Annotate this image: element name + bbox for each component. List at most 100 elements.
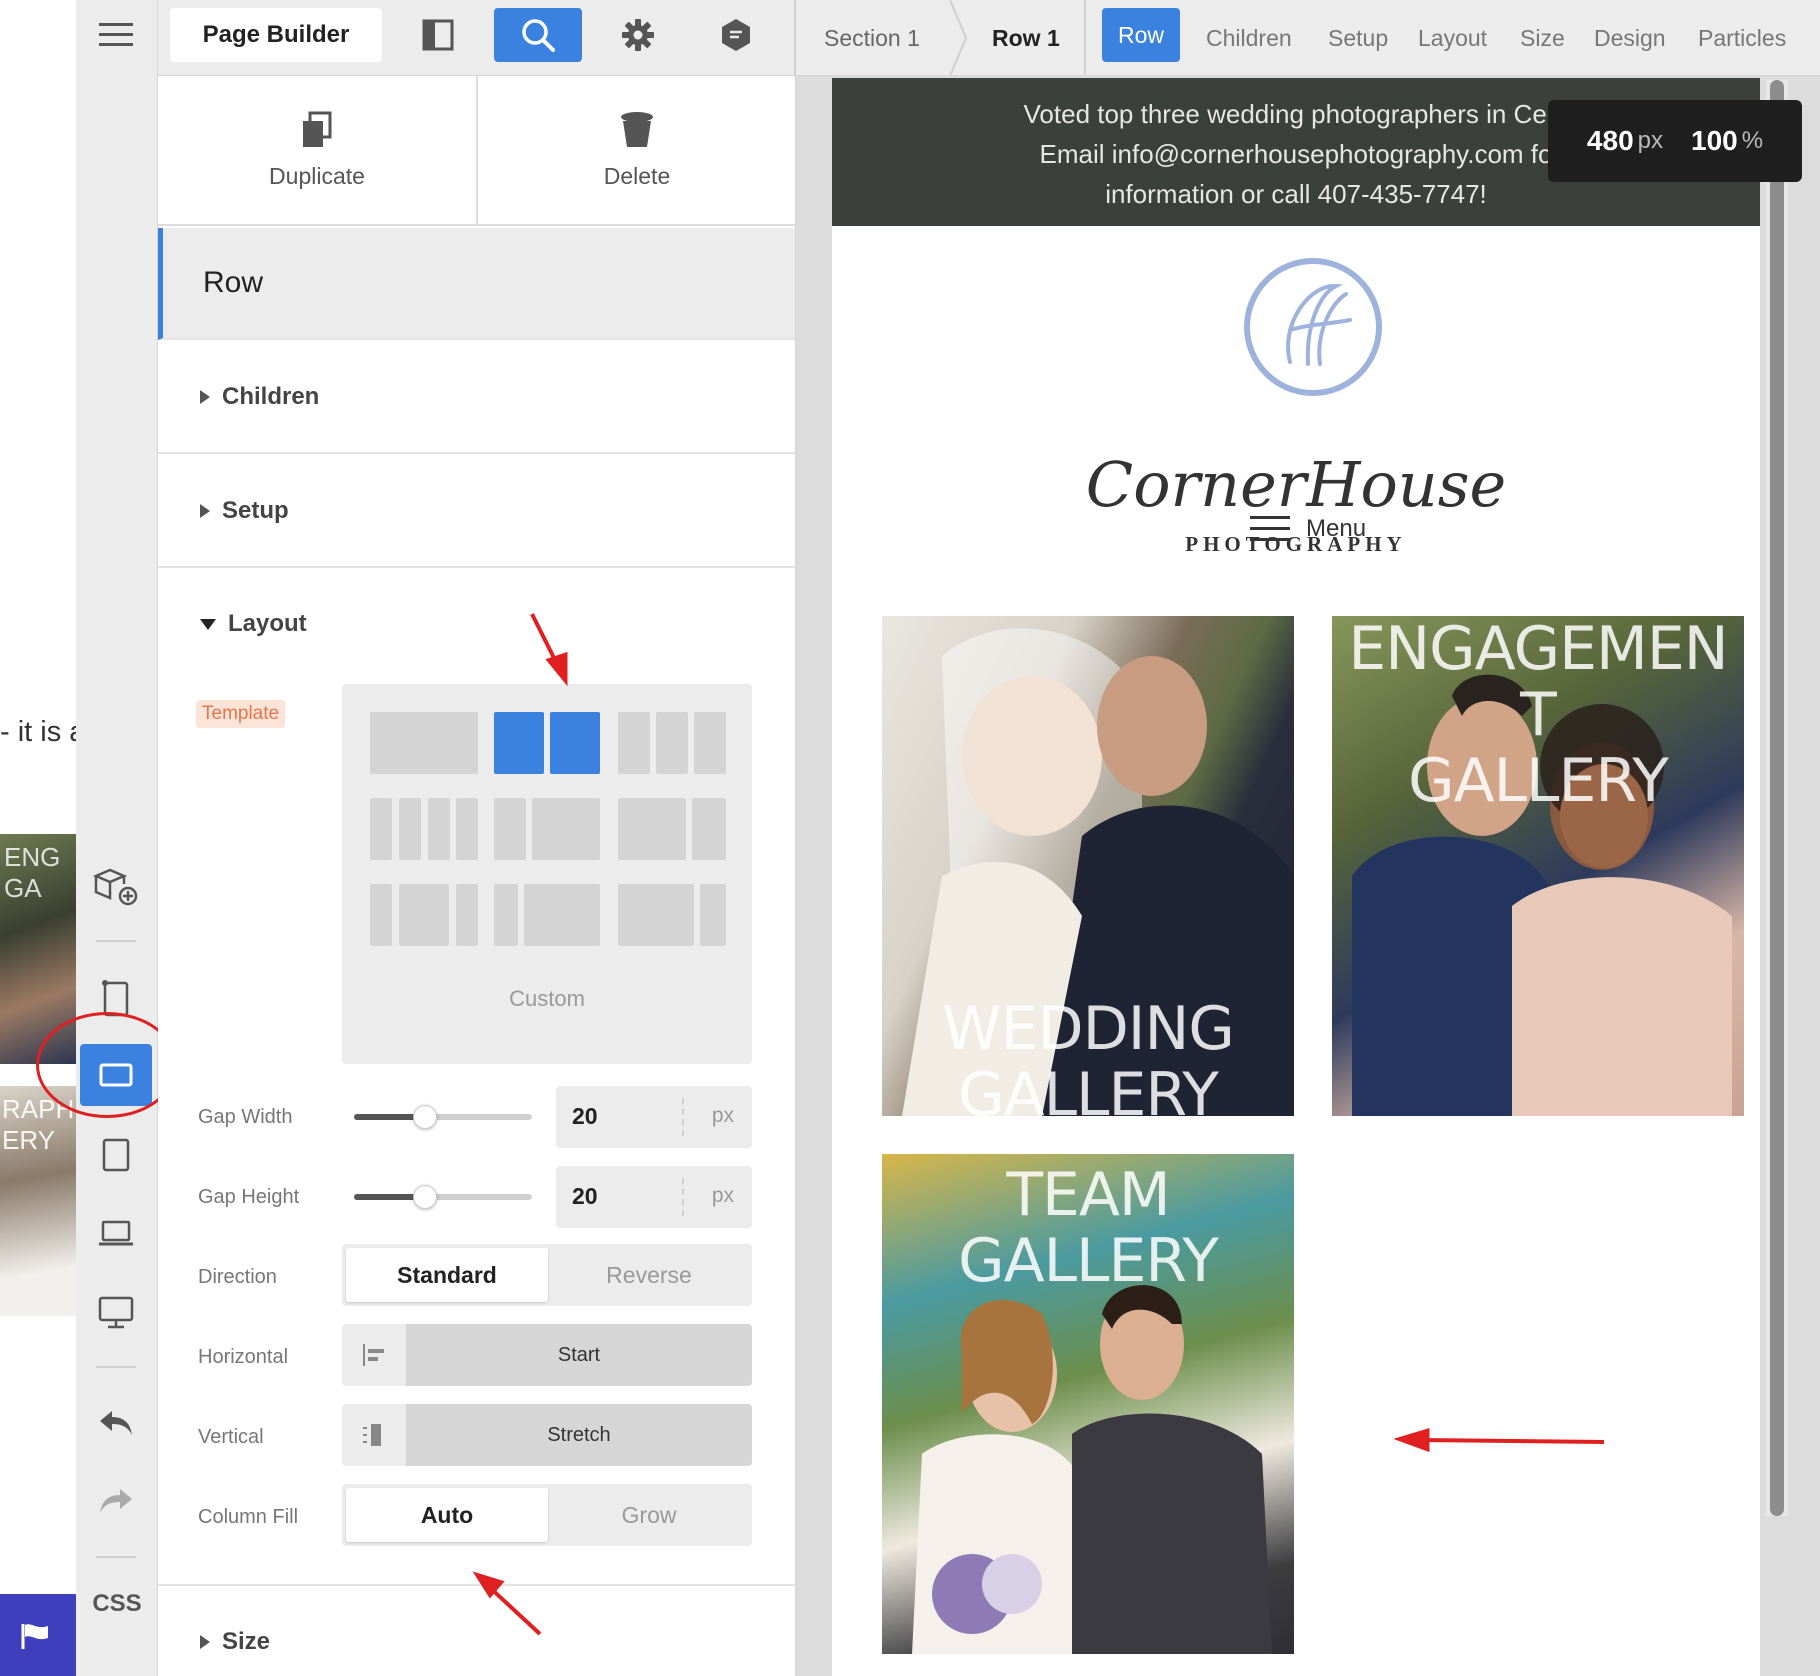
- collapse-arrow-icon: [200, 618, 216, 630]
- setup-toggle[interactable]: Setup: [200, 497, 289, 525]
- breadcrumb-row[interactable]: Row 1: [992, 0, 1060, 76]
- slider-knob[interactable]: [413, 1185, 438, 1209]
- template-custom-button[interactable]: Custom: [342, 986, 752, 1012]
- gap-height-slider[interactable]: [354, 1185, 532, 1209]
- duplicate-icon: [303, 111, 332, 147]
- trash-icon: [621, 111, 653, 147]
- template-option-1col[interactable]: [370, 712, 478, 774]
- flag-icon[interactable]: [20, 1622, 52, 1650]
- direction-label: Direction: [198, 1266, 277, 1288]
- inspector-panel: Duplicate Delete Row Children Setup Layo…: [158, 76, 796, 1676]
- toolbar-divider: [1084, 0, 1086, 76]
- delete-button[interactable]: Delete: [478, 76, 795, 226]
- laptop-icon[interactable]: [80, 1202, 152, 1264]
- desktop-icon[interactable]: [80, 1282, 152, 1344]
- template-option-3col[interactable]: [694, 712, 726, 774]
- template-option-3-1[interactable]: [618, 884, 694, 946]
- size-section[interactable]: Size: [158, 1584, 795, 1676]
- column-fill-auto-option[interactable]: Auto: [346, 1488, 548, 1542]
- column-fill-grow-option[interactable]: Grow: [548, 1488, 750, 1542]
- template-option-1-2[interactable]: [532, 798, 600, 860]
- gap-height-value: 20: [572, 1183, 598, 1209]
- css-button[interactable]: CSS: [76, 1590, 158, 1618]
- hamburger-icon: [1250, 516, 1290, 541]
- caption-line: ENGAGEMEN: [1348, 616, 1728, 684]
- template-option-3col[interactable]: [618, 712, 650, 774]
- panel-toggle-icon[interactable]: [398, 8, 478, 62]
- site-preview: Voted top three wedding photographers in…: [832, 78, 1760, 1676]
- vertical-value: Stretch: [406, 1404, 752, 1466]
- layout-toggle[interactable]: Layout: [200, 610, 307, 638]
- template-option-1-2-1[interactable]: [456, 884, 478, 946]
- breadcrumb-section[interactable]: Section 1: [824, 0, 920, 76]
- gallery-caption: TEAM GALLERY: [882, 1162, 1294, 1294]
- redo-icon[interactable]: [80, 1470, 152, 1532]
- template-option-1-3[interactable]: [524, 884, 600, 946]
- scrollbar-thumb[interactable]: [1770, 80, 1784, 1516]
- tab-children[interactable]: Children: [1206, 0, 1292, 76]
- wedding-gallery-tile[interactable]: WEDDING GALLERY: [882, 616, 1294, 1116]
- row-header: Row: [158, 228, 795, 340]
- tab-size[interactable]: Size: [1520, 0, 1565, 76]
- add-element-icon[interactable]: [80, 856, 152, 918]
- children-toggle[interactable]: Children: [200, 383, 319, 411]
- hexagon-info-icon[interactable]: [696, 8, 776, 62]
- delete-label: Delete: [603, 162, 671, 189]
- undo-icon[interactable]: [80, 1392, 152, 1454]
- template-option-3col[interactable]: [656, 712, 688, 774]
- gap-width-slider[interactable]: [354, 1105, 532, 1129]
- template-option-1-2-1[interactable]: [370, 884, 392, 946]
- template-option-4col[interactable]: [370, 798, 392, 860]
- team-gallery-tile[interactable]: TEAM GALLERY: [882, 1154, 1294, 1654]
- template-option-1-2-1[interactable]: [399, 884, 449, 946]
- template-option-2-1[interactable]: [692, 798, 726, 860]
- template-option-3-1[interactable]: [700, 884, 726, 946]
- gap-width-value: 20: [572, 1103, 598, 1129]
- template-option-2col-selected[interactable]: [550, 712, 600, 774]
- size-toggle[interactable]: Size: [200, 1628, 270, 1656]
- template-option-4col[interactable]: [456, 798, 478, 860]
- viewport-zoom: 100: [1691, 125, 1738, 156]
- tablet-icon[interactable]: [80, 1124, 152, 1186]
- horizontal-label: Horizontal: [198, 1346, 289, 1368]
- tab-setup[interactable]: Setup: [1328, 0, 1388, 76]
- gap-height-unit[interactable]: px: [712, 1184, 734, 1208]
- tab-layout[interactable]: Layout: [1418, 0, 1487, 76]
- icon-rail: CSS: [76, 0, 158, 1676]
- duplicate-button[interactable]: Duplicate: [158, 76, 476, 226]
- gap-height-input[interactable]: 20 px: [556, 1166, 752, 1228]
- template-option-2-1[interactable]: [618, 798, 686, 860]
- template-option-4col[interactable]: [428, 798, 450, 860]
- template-tag: Template: [196, 700, 286, 728]
- template-option-1-3[interactable]: [494, 884, 518, 946]
- horizontal-select[interactable]: Start: [342, 1324, 752, 1386]
- engagement-gallery-tile[interactable]: ENGAGEMEN T GALLERY: [1332, 616, 1744, 1116]
- children-section[interactable]: Children: [158, 342, 795, 454]
- rail-divider: [96, 1556, 136, 1558]
- vertical-label: Vertical: [198, 1426, 264, 1448]
- tab-row[interactable]: Row: [1102, 8, 1181, 62]
- direction-standard-option[interactable]: Standard: [346, 1248, 548, 1302]
- slider-knob[interactable]: [413, 1105, 438, 1129]
- site-menu-button[interactable]: Menu: [1250, 514, 1366, 544]
- site-logo[interactable]: CornerHouse PHOTOGRAPHY: [832, 258, 1760, 558]
- tab-particles[interactable]: Particles: [1698, 0, 1786, 76]
- field-divider: [682, 1178, 684, 1216]
- children-label: Children: [222, 383, 320, 410]
- template-option-1-2[interactable]: [494, 798, 526, 860]
- gap-width-unit[interactable]: px: [712, 1104, 734, 1128]
- direction-reverse-option[interactable]: Reverse: [548, 1248, 750, 1302]
- page-builder-title[interactable]: Page Builder: [170, 8, 382, 62]
- align-stretch-icon: [342, 1404, 406, 1466]
- gap-width-input[interactable]: 20 px: [556, 1086, 752, 1148]
- preview-scrollbar[interactable]: [1766, 80, 1788, 1516]
- template-option-2col-selected[interactable]: [494, 712, 544, 774]
- vertical-select[interactable]: Stretch: [342, 1404, 752, 1466]
- tab-design[interactable]: Design: [1594, 0, 1666, 76]
- hamburger-menu-icon[interactable]: [80, 4, 152, 66]
- template-option-4col[interactable]: [399, 798, 421, 860]
- gear-icon[interactable]: [598, 8, 678, 62]
- search-icon[interactable]: [494, 8, 582, 62]
- toolbar-divider: [794, 0, 796, 76]
- setup-section[interactable]: Setup: [158, 456, 795, 568]
